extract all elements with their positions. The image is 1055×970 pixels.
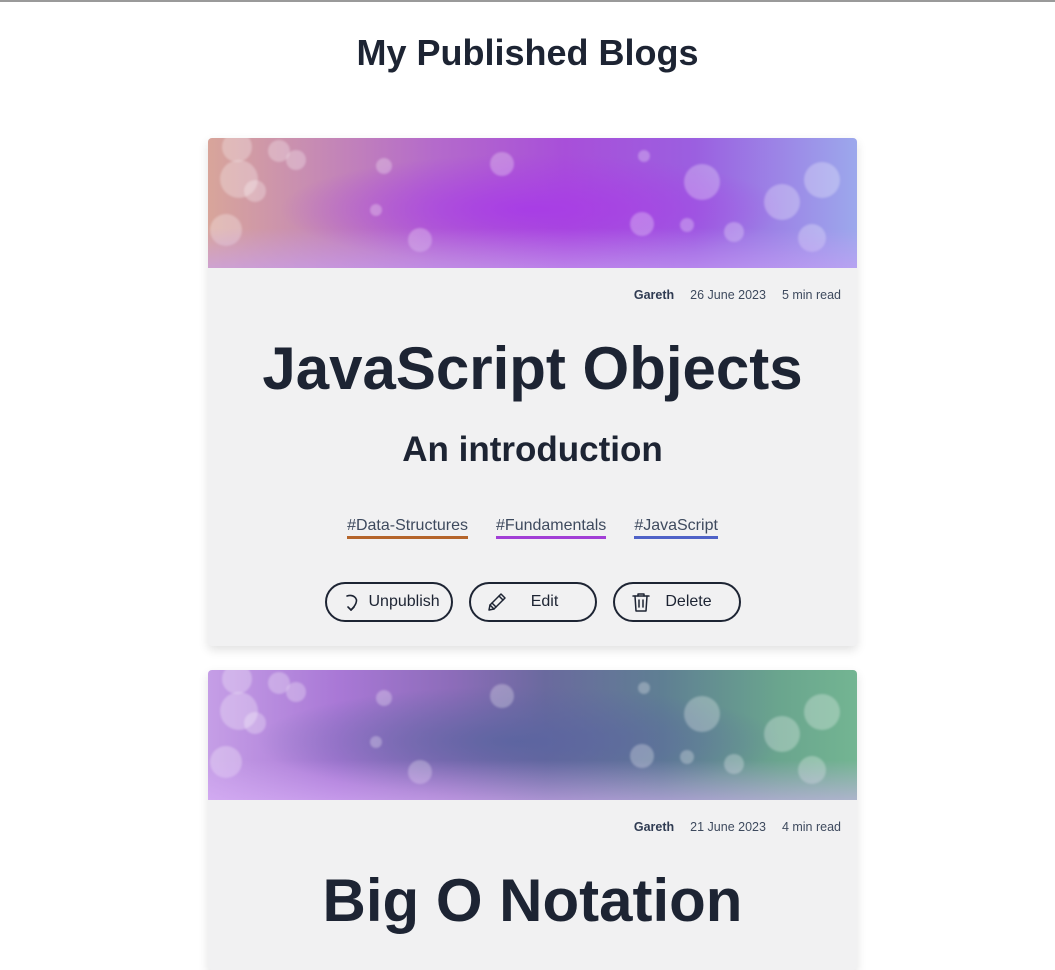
trash-icon xyxy=(629,590,653,614)
blog-title[interactable]: Big O Notation xyxy=(208,866,857,935)
author-name: Gareth xyxy=(633,288,675,302)
tag-fundamentals[interactable]: #Fundamentals xyxy=(496,517,607,539)
delete-button[interactable]: Delete xyxy=(612,582,741,622)
blog-meta: Gareth 21 June 2023 4 min read xyxy=(634,820,841,834)
edit-label: Edit xyxy=(530,593,559,610)
read-time: 5 min read xyxy=(781,288,841,302)
tag-javascript[interactable]: #JavaScript xyxy=(634,517,718,539)
blog-actions: Unpublish Edit Delete xyxy=(208,582,857,622)
tag-data-structures[interactable]: #Data-Structures xyxy=(347,517,469,539)
undo-arrow-icon xyxy=(341,590,365,614)
author-name: Gareth xyxy=(633,820,675,834)
delete-label: Delete xyxy=(665,593,712,610)
top-border xyxy=(0,0,1055,2)
blog-meta: Gareth 26 June 2023 5 min read xyxy=(634,288,841,302)
unpublish-label: Unpublish xyxy=(368,593,440,610)
tag-list: #Data-Structures #Fundamentals #JavaScri… xyxy=(208,517,857,539)
blog-title[interactable]: JavaScript Objects xyxy=(208,334,857,403)
publish-date: 21 June 2023 xyxy=(690,820,766,834)
unpublish-button[interactable]: Unpublish xyxy=(324,582,453,622)
edit-button[interactable]: Edit xyxy=(468,582,597,622)
blog-banner-image xyxy=(208,138,857,268)
page-title: My Published Blogs xyxy=(356,32,699,73)
blog-card[interactable]: Gareth 26 June 2023 5 min read JavaScrip… xyxy=(208,138,857,646)
pencil-icon xyxy=(485,590,509,614)
publish-date: 26 June 2023 xyxy=(690,288,766,302)
blog-banner-image xyxy=(208,670,857,800)
blog-card[interactable]: Gareth 21 June 2023 4 min read Big O Not… xyxy=(208,670,857,970)
blog-subtitle: An introduction xyxy=(402,430,663,469)
read-time: 4 min read xyxy=(781,820,841,834)
